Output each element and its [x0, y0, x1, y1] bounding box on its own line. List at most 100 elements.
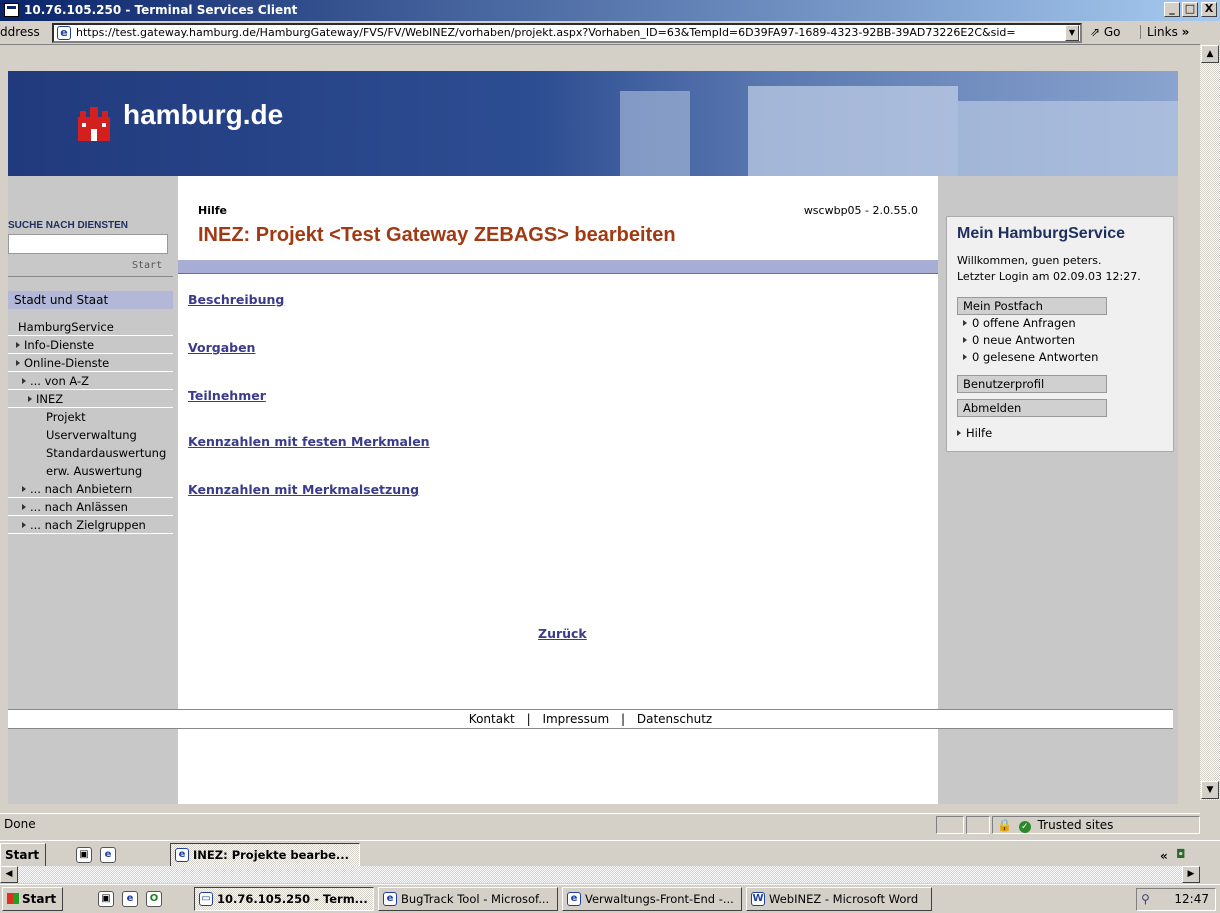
help-link[interactable]: Hilfe — [198, 204, 227, 217]
internet-explorer-icon[interactable]: e — [122, 891, 138, 907]
close-button[interactable]: X — [1201, 2, 1217, 17]
clock[interactable]: 12:47 — [1174, 892, 1209, 906]
arrow-right-icon — [963, 337, 967, 343]
nav-subitem-erw-auswertung[interactable]: erw. Auswertung — [46, 462, 142, 480]
taskbar-item-verwaltung[interactable]: e Verwaltungs-Front-End -... — [562, 887, 742, 911]
scroll-up-button[interactable]: ▲ — [1201, 45, 1219, 63]
nav-subitem-userverwaltung[interactable]: Userverwaltung — [46, 426, 137, 444]
nav-section-heading[interactable]: Stadt und Staat — [8, 291, 173, 309]
hamburg-castle-logo-icon — [78, 107, 110, 141]
lock-icon: 🔒 — [997, 818, 1012, 832]
nav-item-nach-zielgruppen[interactable]: ... nach Zielgruppen — [8, 517, 173, 534]
window-titlebar[interactable]: 10.76.105.250 - Terminal Services Client… — [0, 0, 1220, 21]
status-text: Done — [4, 817, 36, 831]
nav-item-hamburgservice[interactable]: HamburgService — [8, 319, 173, 336]
url-dropdown-button[interactable]: ▼ — [1065, 25, 1079, 41]
arrow-right-icon — [22, 504, 26, 510]
internet-explorer-icon[interactable]: e — [100, 847, 116, 863]
abmelden-button[interactable]: Abmelden — [957, 399, 1107, 417]
trusted-check-icon: ✓ — [1018, 821, 1031, 833]
tray-chevron-icon[interactable]: « — [1160, 849, 1168, 863]
windows-logo-icon — [7, 893, 19, 904]
arrow-right-icon — [957, 430, 961, 436]
ie-page-icon: e — [175, 848, 189, 862]
terminal-icon: ▭ — [199, 892, 213, 906]
postfach-item-neue-antworten[interactable]: 0 neue Antworten — [963, 332, 1075, 348]
footer-link-impressum[interactable]: Impressum — [542, 712, 609, 726]
taskbar-item-inez[interactable]: e INEZ: Projekte bearbe... — [170, 843, 360, 867]
arrow-right-icon — [963, 320, 967, 326]
mein-hamburgservice-box: Mein HamburgService Willkommen, guen pet… — [946, 216, 1174, 452]
arrow-right-icon — [22, 378, 26, 384]
search-start-button[interactable]: Start — [132, 260, 162, 271]
nav-item-info-dienste[interactable]: Info-Dienste — [8, 337, 173, 354]
horizontal-scrollbar[interactable]: ◀ ▶ — [0, 866, 1200, 883]
url-text: https://test.gateway.hamburg.de/HamburgG… — [76, 26, 1016, 39]
nav-item-nach-anbietern[interactable]: ... nach Anbietern — [8, 481, 173, 498]
address-bar: ddress e https://test.gateway.hamburg.de… — [0, 21, 1200, 45]
security-zone-panel: 🔒 ✓ Trusted sites — [992, 816, 1200, 834]
box-help-link[interactable]: Hilfe — [957, 425, 992, 441]
chevron-right-icon: » — [1181, 25, 1190, 39]
go-button[interactable]: ⇗ Go — [1090, 25, 1121, 39]
ie-page-icon: e — [57, 26, 71, 40]
scroll-left-button[interactable]: ◀ — [0, 866, 18, 883]
show-desktop-icon[interactable]: ▣ — [98, 891, 114, 907]
link-kennzahlen-merkmalsetzung[interactable]: Kennzahlen mit Merkmalsetzung — [188, 482, 419, 497]
status-panel — [966, 816, 990, 834]
arrow-right-icon — [16, 360, 20, 366]
taskbar-item-bugtrack[interactable]: e BugTrack Tool - Microsof... — [378, 887, 558, 911]
taskbar-item-word[interactable]: W WebINEZ - Microsoft Word — [746, 887, 932, 911]
start-button[interactable]: Start — [2, 887, 64, 911]
search-input[interactable] — [8, 234, 168, 254]
nav-subitem-projekt[interactable]: Projekt — [46, 408, 86, 426]
nav-subitem-standardauswertung[interactable]: Standardauswertung — [46, 444, 166, 462]
title-stripe — [178, 260, 938, 274]
postfach-item-gelesene-antworten[interactable]: 0 gelesene Antworten — [963, 349, 1098, 365]
banner-photo-townhall — [748, 86, 958, 176]
system-tray: ⚲ 12:47 — [1136, 888, 1216, 911]
tray-network-icon[interactable]: ⚲ — [1141, 889, 1150, 910]
taskbar-item-terminal[interactable]: ▭ 10.76.105.250 - Term... — [194, 887, 374, 911]
vertical-scrollbar[interactable]: ▲ ▼ — [1200, 45, 1220, 800]
outlook-icon[interactable]: O — [146, 891, 162, 907]
network-tray-icon[interactable]: ◘ — [1176, 847, 1186, 861]
site-banner: hamburg.de — [8, 71, 1178, 176]
nav-item-online-dienste[interactable]: Online-Dienste — [8, 355, 173, 372]
benutzerprofil-button[interactable]: Benutzerprofil — [957, 375, 1107, 393]
link-kennzahlen-feste-merkmale[interactable]: Kennzahlen mit festen Merkmalen — [188, 434, 430, 449]
ie-page-icon: e — [567, 892, 581, 906]
links-button[interactable]: Links » — [1140, 25, 1189, 39]
footer-link-datenschutz[interactable]: Datenschutz — [637, 712, 712, 726]
nav-item-inez[interactable]: INEZ — [8, 391, 173, 408]
page-viewport: hamburg.de SUCHE NACH DIENSTEN Start Sta… — [8, 71, 1178, 804]
footer-separator: | — [526, 712, 531, 726]
minimize-button[interactable]: _ — [1164, 2, 1180, 17]
url-input[interactable]: e https://test.gateway.hamburg.de/Hambur… — [52, 23, 1082, 43]
show-desktop-icon[interactable]: ▣ — [76, 847, 92, 863]
footer-link-kontakt[interactable]: Kontakt — [469, 712, 515, 726]
status-panel — [936, 816, 964, 834]
remote-start-button[interactable]: Start — [0, 843, 47, 867]
link-beschreibung[interactable]: Beschreibung — [188, 292, 284, 307]
maximize-button[interactable]: □ — [1182, 2, 1198, 17]
arrow-right-icon — [22, 522, 26, 528]
link-vorgaben[interactable]: Vorgaben — [188, 340, 255, 355]
banner-photo-sailboats — [958, 101, 1178, 176]
site-logo-text[interactable]: hamburg.de — [123, 99, 283, 131]
nav-item-von-a-z[interactable]: ... von A-Z — [8, 373, 173, 390]
browser-status-bar: Done 🔒 ✓ Trusted sites — [0, 813, 1200, 835]
local-taskbar: Start ▣ e O ▭ 10.76.105.250 - Term... e Bu… — [0, 884, 1220, 913]
scroll-down-button[interactable]: ▼ — [1201, 781, 1219, 799]
link-teilnehmer[interactable]: Teilnehmer — [188, 388, 266, 403]
arrow-right-icon — [16, 342, 20, 348]
nav-item-nach-anlaessen[interactable]: ... nach Anlässen — [8, 499, 173, 516]
back-link[interactable]: Zurück — [538, 626, 587, 641]
help-bar: Hilfe wscwbp05 - 2.0.55.0 — [178, 200, 938, 220]
footer-separator: | — [620, 712, 626, 726]
version-text: wscwbp05 - 2.0.55.0 — [803, 204, 918, 217]
scroll-right-button[interactable]: ▶ — [1182, 866, 1200, 883]
postfach-item-offene-anfragen[interactable]: 0 offene Anfragen — [963, 315, 1076, 331]
terminal-icon — [4, 3, 19, 17]
mein-postfach-button[interactable]: Mein Postfach — [957, 297, 1107, 315]
